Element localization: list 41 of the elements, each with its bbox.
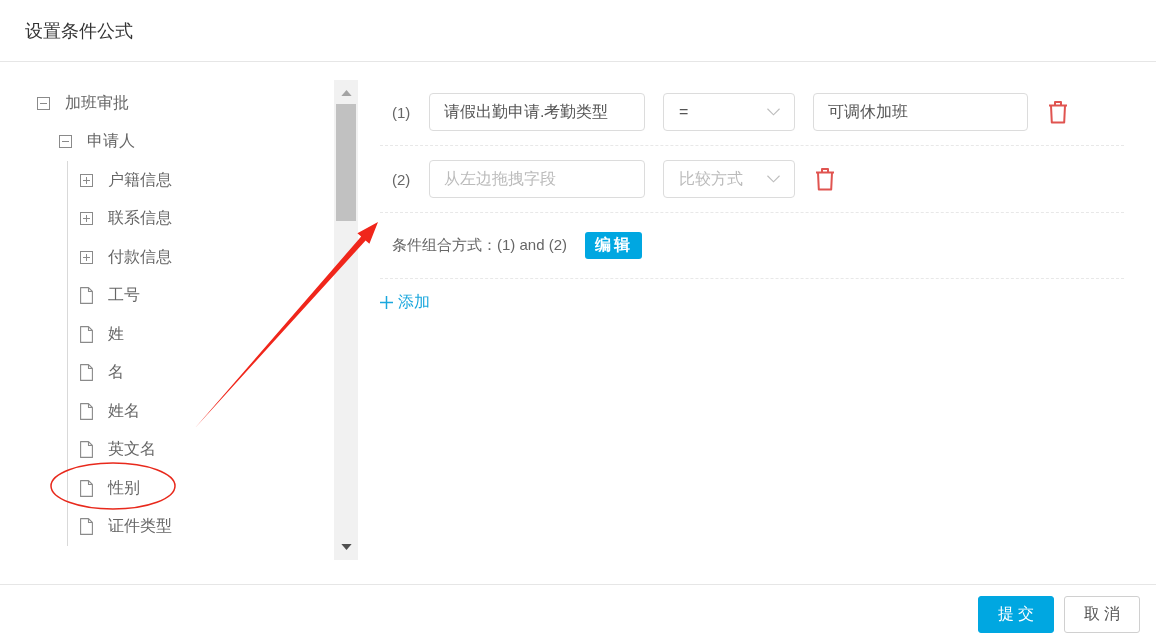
operator-select[interactable]: = xyxy=(663,93,795,131)
document-icon xyxy=(80,479,93,497)
cancel-button[interactable]: 取消 xyxy=(1064,595,1140,633)
tree-item[interactable]: 加班审批 xyxy=(65,92,129,114)
tree-item[interactable]: 付款信息 xyxy=(108,246,172,268)
tree-item[interactable]: 名 xyxy=(108,362,124,384)
condition-index: (2) xyxy=(392,170,412,188)
scroll-thumb[interactable] xyxy=(336,104,356,221)
field-input[interactable]: 从左边拖拽字段 xyxy=(429,160,645,198)
scroll-down-icon[interactable] xyxy=(340,544,352,550)
trash-icon[interactable] xyxy=(1048,100,1068,124)
dialog-title: 设置条件公式 xyxy=(25,19,133,43)
trash-icon[interactable] xyxy=(815,167,835,191)
document-icon xyxy=(80,364,93,382)
minus-square-icon[interactable] xyxy=(58,135,72,149)
tree-item[interactable]: 姓 xyxy=(108,323,124,345)
plus-square-icon[interactable] xyxy=(80,173,93,187)
tree-item[interactable]: 证件类型 xyxy=(108,516,172,538)
document-icon xyxy=(80,441,93,459)
chevron-down-icon xyxy=(767,108,780,116)
minus-square-icon[interactable] xyxy=(37,96,50,110)
value-input[interactable]: 可调休加班 xyxy=(813,93,1028,131)
plus-square-icon[interactable] xyxy=(80,250,93,264)
tree-item[interactable]: 申请人 xyxy=(86,131,135,153)
chevron-down-icon xyxy=(767,175,780,183)
tree-item[interactable]: 工号 xyxy=(108,285,140,307)
document-icon xyxy=(80,518,93,536)
condition-index: (1) xyxy=(392,103,412,121)
field-input[interactable]: 请假出勤申请.考勤类型 xyxy=(429,93,645,131)
scroll-up-icon[interactable] xyxy=(340,90,352,96)
plus-square-icon[interactable] xyxy=(80,212,93,226)
document-icon xyxy=(80,325,93,343)
tree-item[interactable]: 联系信息 xyxy=(108,208,172,230)
tree-item[interactable]: 性别 xyxy=(108,477,140,499)
tree-item[interactable]: 户籍信息 xyxy=(108,169,172,191)
document-icon xyxy=(80,402,93,420)
tree-item[interactable]: 姓名 xyxy=(108,400,140,422)
plus-icon xyxy=(380,295,393,309)
combination-text: 条件组合方式：(1) and (2) xyxy=(392,236,568,255)
document-icon xyxy=(80,287,93,305)
tree-item[interactable]: 英文名 xyxy=(108,439,156,461)
